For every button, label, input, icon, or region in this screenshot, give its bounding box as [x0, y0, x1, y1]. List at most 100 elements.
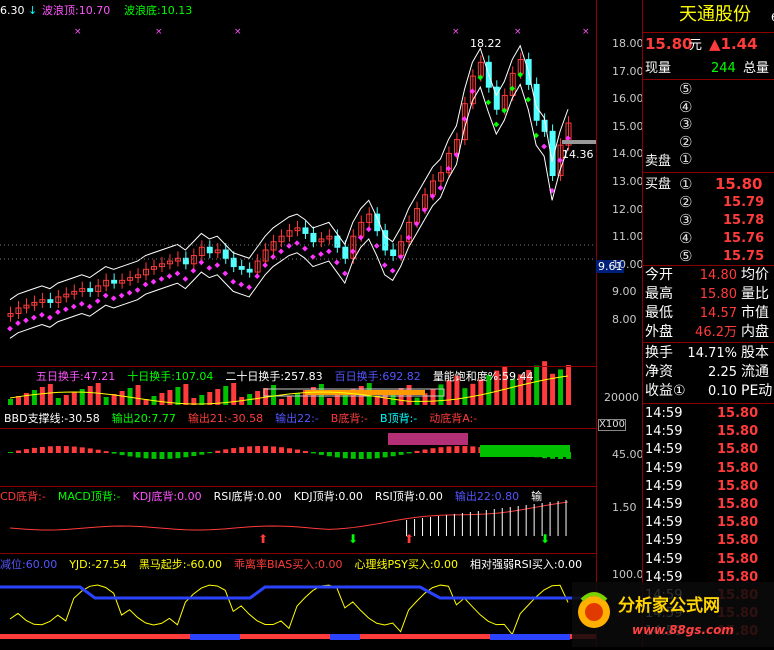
bbd-bar: [358, 452, 364, 459]
indicator-label: 量能饱和度%:59.44: [432, 370, 534, 383]
signal-mark: ×: [234, 27, 242, 37]
yjd-band: [0, 585, 600, 600]
band-dot: [222, 270, 229, 277]
stat-label: 最高: [645, 286, 673, 302]
tick-price: 15.80: [717, 533, 759, 549]
band-dot: [70, 303, 77, 310]
quote-panel: 天通股份 6 15.80 元 ▲1.44 现量 244 总量 ⑤④③②① 卖盘 …: [642, 0, 774, 647]
candle-body: [342, 246, 349, 259]
bbd-bar: [294, 449, 300, 453]
band-dot: [94, 298, 101, 304]
volume-label: 现量: [645, 61, 672, 76]
arrow-signal-icon: ⬇: [348, 532, 358, 546]
bbd-bar: [366, 452, 372, 459]
band-dot: [270, 254, 276, 260]
bbd-bar: [326, 452, 332, 457]
bbd-bar: [414, 450, 420, 453]
stat-label: 收益①: [645, 383, 686, 399]
price-label: 6.30: [0, 4, 25, 17]
band-dot: [493, 121, 500, 128]
stat-label: 换手: [645, 345, 673, 361]
bbd-bar: [342, 452, 348, 459]
bbd-green-block: [480, 445, 570, 457]
price-tick: 18.00: [612, 37, 644, 50]
total-volume-label: 总量: [743, 61, 770, 76]
indicator-label: 二十日换手:257.83: [225, 370, 323, 383]
volume-unit-badge: X100: [598, 419, 626, 431]
band-dot: [373, 243, 380, 249]
signal-mark: ×: [582, 27, 590, 37]
signal-mark: ×: [155, 27, 163, 37]
turnover-indicator-row: 五日换手:47.21 十日换手:107.04 二十日换手:257.83 百日换手:69…: [36, 368, 545, 383]
volume-bar: [215, 389, 221, 405]
indicator-label: YJD:-27.54: [69, 558, 127, 571]
arrow-signal-icon: ⬆: [404, 532, 414, 546]
indicator-label: RSI底背:0.00: [213, 490, 282, 503]
tick-price: 15.80: [717, 424, 759, 440]
ask-level: ⑤: [679, 80, 693, 98]
volume-bar: [478, 379, 484, 405]
bbd-bar: [71, 446, 77, 453]
bid-price: 15.78: [723, 213, 765, 228]
tick-price: 15.80: [717, 551, 759, 567]
volume-bar: [558, 369, 564, 405]
indicator-label: 十日换手:107.04: [127, 370, 214, 383]
candle-body: [310, 232, 317, 243]
candle-body: [47, 299, 54, 303]
price-unit: 元: [689, 38, 703, 53]
indicator-label: B底背:-: [330, 412, 369, 425]
indicator-label: B顶背:-: [380, 412, 418, 425]
band-dot: [134, 287, 141, 293]
yjd-block: [490, 634, 570, 640]
tick-time: 14:59: [645, 497, 683, 512]
indicator-label: 减位:60.00: [0, 558, 58, 571]
stat-label: 外盘: [645, 324, 673, 340]
current-price-mark: 14.36: [562, 148, 594, 161]
stat-label-2: 市值: [741, 305, 769, 321]
bbd-bar: [462, 446, 468, 453]
volume-bar: [87, 386, 93, 405]
volume-bar: [31, 390, 37, 405]
band-dot: [214, 262, 221, 269]
band-dot: [326, 248, 332, 255]
bbd-bar: [31, 447, 37, 453]
indicator-label: 输: [531, 490, 543, 503]
price-tick: 15.00: [612, 119, 644, 133]
chart-area[interactable]: × × × × × × ⬆ ⬇ ⬆ ⬇ 6.30 ↓ 波浪顶:10.70 波浪底:10.13 18…: [0, 0, 644, 647]
stat-label-2: 均价: [741, 267, 769, 283]
bid-level: ②: [679, 193, 693, 211]
bbd-bar: [406, 452, 412, 454]
bbd-bar: [87, 448, 93, 453]
band-dot: [158, 276, 165, 282]
signal-mark: ×: [74, 27, 82, 37]
price-tick: 11.00: [612, 230, 644, 244]
stat-value: 14.71%: [687, 346, 737, 361]
bbd-bar: [55, 446, 61, 453]
band-dot: [126, 289, 133, 296]
sell-label: 卖盘: [645, 154, 672, 169]
bbd-bar: [422, 449, 428, 453]
bbd-bar: [430, 448, 436, 453]
volume-bar: [470, 383, 476, 405]
bbd-bar: [350, 452, 356, 459]
indicator-label: 百日换手:692.82: [334, 370, 421, 383]
tick-price: 15.80: [717, 406, 759, 421]
price-chart-svg[interactable]: × × × × × × ⬆ ⬇ ⬆ ⬇: [0, 0, 642, 647]
band-dot: [15, 320, 21, 326]
stat-label-2: PE动: [741, 383, 773, 399]
candle-body: [222, 249, 229, 259]
indicator-label: RSI顶背:0.00: [374, 490, 443, 503]
band-dot: [166, 273, 173, 280]
band-dot: [62, 306, 69, 313]
candle-body: [493, 86, 500, 110]
panel-divider: [0, 486, 596, 487]
volume-bar: [135, 385, 141, 405]
indicator-label: 五日换手:47.21: [36, 370, 116, 383]
bbd-bar: [183, 452, 189, 458]
stock-name[interactable]: 天通股份: [679, 4, 774, 25]
ask-level: ③: [679, 115, 693, 133]
indicator-label: BBD支撑线:-30.58: [4, 412, 100, 425]
band-dot: [365, 226, 372, 233]
yjd-line: [9, 584, 569, 636]
bbd-bar: [382, 452, 388, 458]
